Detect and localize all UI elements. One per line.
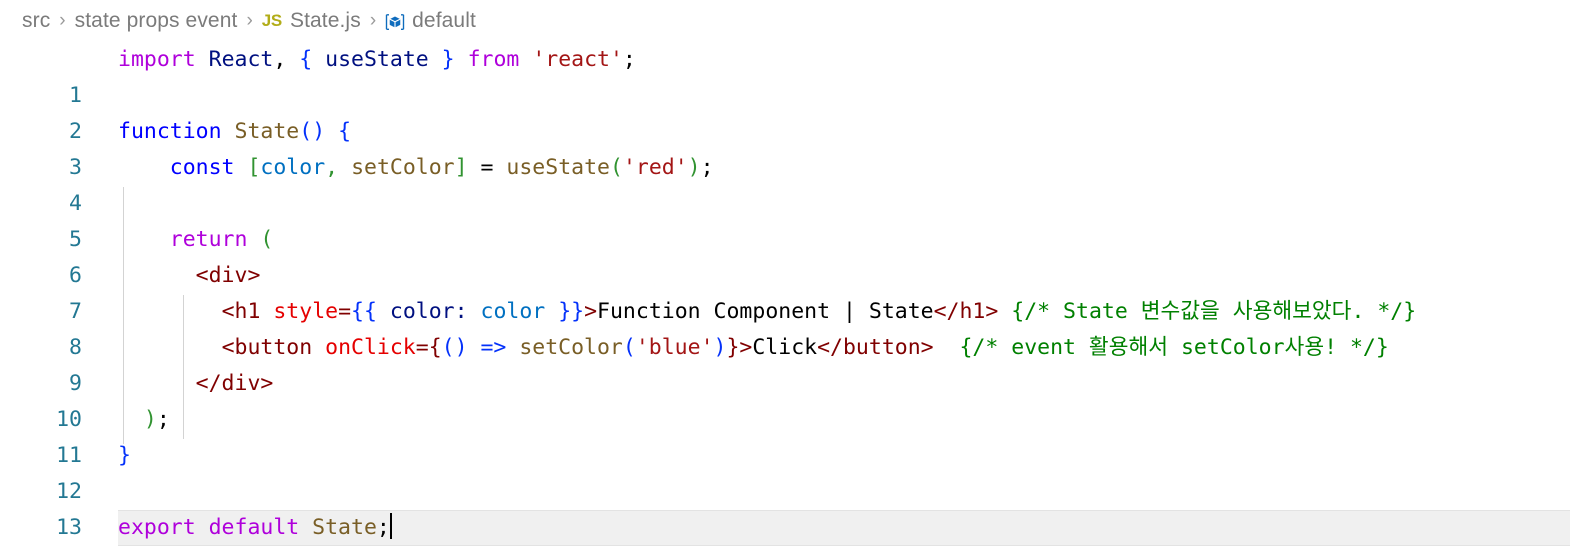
code-editor[interactable]: 1 import React, { useState } from 'react… (0, 42, 1570, 556)
code-line[interactable]: 13 (0, 474, 1570, 540)
chevron-right-icon: › (59, 10, 66, 31)
code-text: <div> (195, 263, 261, 288)
chevron-right-icon: › (246, 10, 253, 31)
code-text: function State() { (118, 119, 352, 144)
code-line[interactable]: 11 ); (0, 402, 1570, 468)
code-text: </div> (195, 371, 274, 396)
breadcrumb-item-src[interactable]: src (22, 9, 50, 33)
code-text: <h1 style={{ color: color }}>Function Co… (221, 299, 1417, 324)
breadcrumb-label: state props event (74, 9, 238, 32)
code-line[interactable]: 8 <h1 style={{ color: color }}>Function … (0, 294, 1570, 360)
js-file-icon: JS (261, 11, 283, 30)
code-text: export default State; (118, 513, 392, 540)
text-cursor (389, 513, 392, 539)
code-line[interactable]: 4 const [color, setColor] = useState('re… (0, 150, 1570, 216)
chevron-right-icon: › (369, 10, 377, 31)
code-text: <button onClick={() => setColor('blue')}… (221, 335, 1389, 360)
code-line[interactable]: 6 return ( (0, 222, 1570, 288)
breadcrumb-item-symbol[interactable]: default (385, 9, 476, 33)
code-line[interactable]: 2 (0, 78, 1570, 144)
code-line[interactable]: 5 (0, 186, 1570, 252)
code-text: const [color, setColor] = useState('red'… (169, 155, 714, 180)
code-line[interactable]: 7 <div> (0, 258, 1570, 324)
breadcrumb-label: State.js (289, 9, 361, 32)
breadcrumb-label: default (412, 9, 476, 32)
breadcrumb-label: src (22, 9, 51, 32)
code-line[interactable]: 9 <button onClick={() => setColor('blue'… (0, 330, 1570, 396)
symbol-module-icon (385, 12, 405, 32)
code-line[interactable]: 1 import React, { useState } from 'react… (0, 42, 1570, 108)
code-line[interactable]: 12 } (0, 438, 1570, 504)
code-line-active[interactable]: 14 export default State; (0, 510, 1570, 546)
breadcrumb: src › state props event › JS State.js › … (0, 0, 1570, 42)
code-line[interactable]: 3 function State() { (0, 114, 1570, 180)
code-text: import React, { useState } from 'react'; (118, 47, 636, 72)
code-line[interactable]: 10 </div> (0, 366, 1570, 432)
breadcrumb-item-file[interactable]: JS State.js (262, 9, 361, 33)
breadcrumb-item-folder[interactable]: state props event (75, 9, 238, 33)
code-text: return ( (169, 227, 274, 252)
code-text: ); (143, 407, 170, 432)
code-text: } (118, 443, 131, 468)
